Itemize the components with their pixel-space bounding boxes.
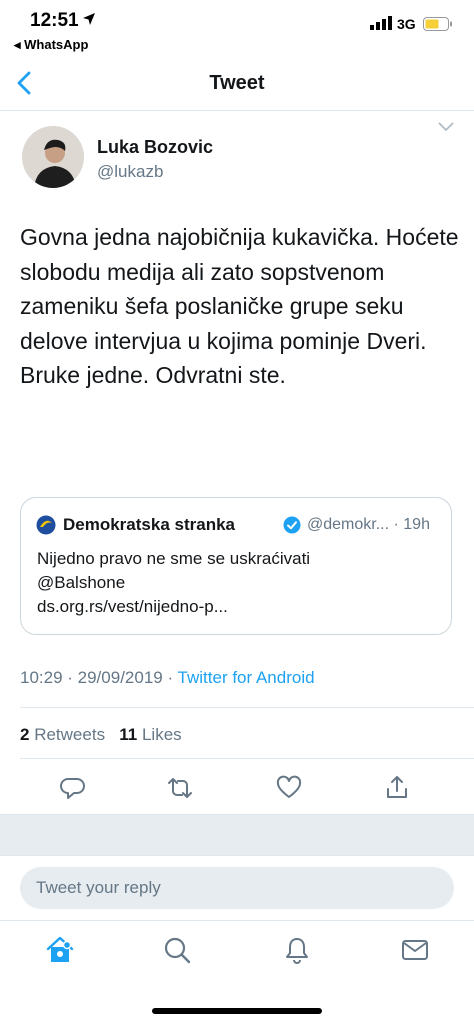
notifications-icon[interactable] [282, 935, 312, 965]
reply-icon[interactable] [59, 774, 87, 802]
like-icon[interactable] [275, 774, 303, 802]
quoted-line-1: Nijedno pravo ne sme se uskraćivati [37, 549, 311, 568]
retweet-icon[interactable] [166, 774, 194, 802]
search-icon[interactable] [162, 935, 192, 965]
quoted-tweet-card[interactable]: Demokratska stranka @demokr... · 19h Nij… [20, 497, 452, 635]
bottom-tab-bar [0, 920, 474, 981]
home-indicator[interactable] [152, 1008, 322, 1014]
chevron-down-icon[interactable] [438, 122, 454, 132]
quoted-line-2: @Balshone [37, 573, 126, 592]
tweet-text: Govna jedna najobičnija kukavička. Hoćet… [20, 224, 459, 388]
timestamp-text: 10:29 · 29/09/2019 · [20, 668, 178, 687]
home-icon[interactable] [45, 935, 75, 965]
quoted-author-name: Demokratska stranka [63, 515, 235, 534]
back-to-whatsapp-link[interactable]: ◂ WhatsApp [14, 37, 88, 53]
avatar-image [22, 126, 84, 188]
engagement-stats: 2 Retweets 11 Likes [20, 725, 182, 745]
section-gap [0, 814, 474, 856]
cellular-signal-icon [370, 16, 392, 30]
likes-label[interactable]: Likes [142, 725, 182, 744]
battery-icon [423, 17, 452, 31]
tweet-timestamp: 10:29 · 29/09/2019 · Twitter for Android [20, 668, 315, 688]
author-handle[interactable]: @lukazb [97, 162, 163, 182]
quoted-text: Nijedno pravo ne sme se uskraćivati @Bal… [37, 547, 437, 619]
reply-placeholder: Tweet your reply [36, 878, 161, 897]
location-arrow-icon [83, 13, 95, 25]
share-icon[interactable] [383, 774, 411, 802]
network-type: 3G [397, 16, 416, 32]
likes-count[interactable]: 11 [119, 725, 137, 744]
quoted-line-3: ds.org.rs/vest/nijedno-p... [37, 597, 228, 616]
tweet-actions [0, 772, 474, 808]
quoted-account-logo-icon [36, 515, 56, 535]
page-title: Tweet [209, 72, 265, 94]
divider [20, 707, 474, 708]
status-bar: 12:51 ◂ WhatsApp 3G [0, 0, 474, 58]
status-time: 12:51 [30, 10, 79, 31]
quoted-meta: @demokr... · 19h [307, 516, 430, 533]
avatar[interactable] [22, 126, 84, 188]
retweets-label[interactable]: Retweets [34, 725, 105, 744]
nav-bar: Tweet [0, 58, 474, 111]
divider [20, 758, 474, 759]
messages-icon[interactable] [400, 935, 430, 965]
retweets-count[interactable]: 2 [20, 725, 29, 744]
tweet-source-link[interactable]: Twitter for Android [178, 668, 315, 687]
author-name[interactable]: Luka Bozovic [97, 137, 213, 158]
verified-badge-icon [283, 516, 301, 534]
reply-input[interactable]: Tweet your reply [20, 867, 454, 909]
